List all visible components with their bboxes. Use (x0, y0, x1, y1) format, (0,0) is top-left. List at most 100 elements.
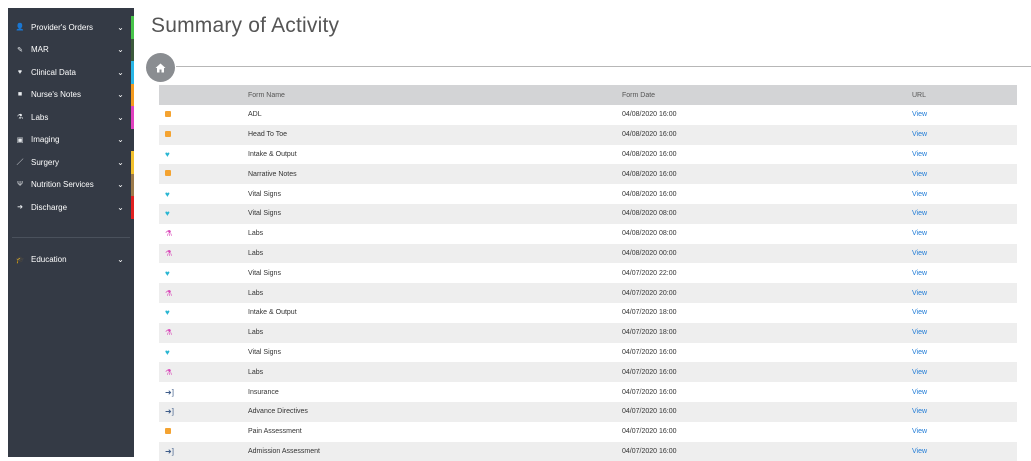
table-row: ⚗ Labs 04/08/2020 08:00 View (159, 224, 1017, 244)
table-row: ♥ Intake & Output 04/07/2020 18:00 View (159, 303, 1017, 323)
view-link[interactable]: View (912, 408, 927, 415)
table-row: ⚗ Labs 04/07/2020 16:00 View (159, 362, 1017, 383)
scalpel-icon: ／ (16, 159, 24, 167)
accent-bar (131, 173, 134, 196)
table-row: ♥ Vital Signs 04/07/2020 22:00 View (159, 263, 1017, 283)
sidebar-item-label: Clinical Data (31, 67, 76, 77)
sign-out-icon: ➜ (17, 204, 23, 212)
view-link[interactable]: View (912, 111, 927, 118)
view-link[interactable]: View (912, 230, 927, 237)
view-link[interactable]: View (912, 369, 927, 376)
form-date-cell: 04/08/2020 16:00 (622, 111, 677, 119)
sidebar-item-discharge[interactable]: ➜ Discharge ⌄ (8, 196, 134, 219)
view-link[interactable]: View (912, 210, 927, 217)
form-name-cell: Labs (248, 249, 264, 257)
table-row: ⚗ Labs 04/08/2020 00:00 View (159, 243, 1017, 264)
accent-bar (131, 106, 134, 129)
graduation-cap-icon: 🎓 (15, 256, 25, 264)
home-icon (155, 63, 166, 72)
sticky-note-icon (165, 130, 171, 137)
sidebar-item-labs[interactable]: ⚗ Labs ⌄ (8, 106, 134, 129)
form-type-cell: ♥ (159, 209, 248, 218)
form-date-cell: 04/07/2020 16:00 (622, 428, 677, 436)
form-type-cell: ♥ (159, 150, 248, 159)
sidebar-item-nurse-s-notes[interactable]: ■ Nurse's Notes ⌄ (8, 83, 134, 106)
form-name-cell: Labs (248, 329, 264, 337)
view-link[interactable]: View (912, 151, 927, 158)
form-type-cell: ♥ (159, 190, 248, 199)
column-header-form-name: Form Name (248, 91, 285, 99)
main-content: Summary of Activity Form Name Form Date … (146, 8, 1031, 461)
form-type-cell (159, 170, 248, 178)
form-date-cell: 04/07/2020 16:00 (622, 447, 677, 455)
view-link[interactable]: View (912, 270, 927, 277)
heartbeat-icon: ♥ (17, 68, 23, 76)
sidebar-item-label: MAR (31, 45, 49, 55)
view-link[interactable]: View (912, 131, 927, 138)
heartbeat-icon: ♥ (165, 347, 170, 357)
view-link[interactable]: View (912, 191, 927, 198)
sign-in-icon: ➜] (165, 407, 174, 417)
pill-icon: ✎ (17, 46, 23, 54)
form-date-cell: 04/07/2020 16:00 (622, 368, 677, 376)
accent-bar (131, 83, 134, 106)
table-row: ADL 04/08/2020 16:00 View (159, 105, 1017, 125)
form-type-cell (159, 427, 248, 436)
sign-in-icon: ➜] (165, 446, 174, 456)
column-header-url: URL (912, 91, 927, 99)
sidebar-item-label: Nurse's Notes (31, 90, 81, 100)
accent-bar (131, 16, 134, 39)
view-link[interactable]: View (912, 428, 927, 435)
view-link[interactable]: View (912, 290, 927, 297)
flask-icon: ⚗ (165, 229, 173, 239)
table-row: ♥ Vital Signs 04/08/2020 16:00 View (159, 184, 1017, 204)
sticky-note-icon (165, 170, 171, 177)
view-link[interactable]: View (912, 250, 927, 257)
form-date-cell: 04/08/2020 16:00 (622, 131, 677, 139)
flask-icon: ⚗ (16, 114, 24, 122)
view-link[interactable]: View (912, 309, 927, 316)
sidebar-item-label: Provider's Orders (31, 22, 93, 32)
sidebar-item-nutrition-services[interactable]: Ψ Nutrition Services ⌄ (8, 173, 134, 196)
flask-icon: ⚗ (165, 328, 173, 338)
heartbeat-icon: ♥ (165, 149, 170, 159)
view-link[interactable]: View (912, 448, 927, 455)
form-type-cell: ⚗ (159, 249, 248, 258)
form-type-cell (159, 130, 248, 139)
form-date-cell: 04/08/2020 00:00 (622, 249, 677, 257)
form-name-cell: Labs (248, 368, 264, 376)
sidebar-item-imaging[interactable]: ▣ Imaging ⌄ (8, 128, 134, 151)
table-row: ⚗ Labs 04/07/2020 18:00 View (159, 322, 1017, 343)
form-name-cell: Labs (248, 230, 264, 238)
sidebar: 👤 Provider's Orders ⌄ ✎ MAR ⌄ ♥ Clinical Data ⌄ ■… (8, 8, 134, 457)
home-button[interactable] (146, 53, 175, 82)
form-type-cell: ♥ (159, 269, 248, 278)
top-border (0, 0, 1031, 8)
sidebar-item-education[interactable]: 🎓 Education ⌄ (8, 249, 134, 272)
form-date-cell: 04/07/2020 16:00 (622, 408, 677, 416)
sidebar-item-label: Labs (31, 112, 49, 122)
sticky-note-icon (165, 110, 171, 117)
form-type-cell (159, 110, 248, 119)
view-link[interactable]: View (912, 349, 927, 356)
sign-in-icon: ➜] (165, 387, 174, 397)
column-header-form-date: Form Date (622, 91, 656, 99)
heartbeat-icon: ♥ (165, 308, 170, 318)
form-name-cell: Insurance (248, 388, 279, 396)
form-type-cell: ⚗ (159, 289, 248, 298)
sidebar-item-label: Discharge (31, 202, 68, 212)
sidebar-item-provider-s-orders[interactable]: 👤 Provider's Orders ⌄ (8, 16, 134, 39)
view-link[interactable]: View (912, 171, 927, 178)
table-row: Pain Assessment 04/07/2020 16:00 View (159, 422, 1017, 442)
sidebar-item-surgery[interactable]: ／ Surgery ⌄ (8, 151, 134, 174)
sidebar-item-mar[interactable]: ✎ MAR ⌄ (8, 38, 134, 61)
form-name-cell: Labs (248, 289, 264, 297)
view-link[interactable]: View (912, 389, 927, 396)
form-date-cell: 04/08/2020 16:00 (622, 150, 677, 158)
table-row: ➜] Insurance 04/07/2020 16:00 View (159, 382, 1017, 402)
form-type-cell: ⚗ (159, 328, 248, 337)
sidebar-item-clinical-data[interactable]: ♥ Clinical Data ⌄ (8, 61, 134, 84)
view-link[interactable]: View (912, 329, 927, 336)
chevron-down-icon: ⌄ (117, 180, 124, 190)
flask-icon: ⚗ (165, 248, 173, 258)
